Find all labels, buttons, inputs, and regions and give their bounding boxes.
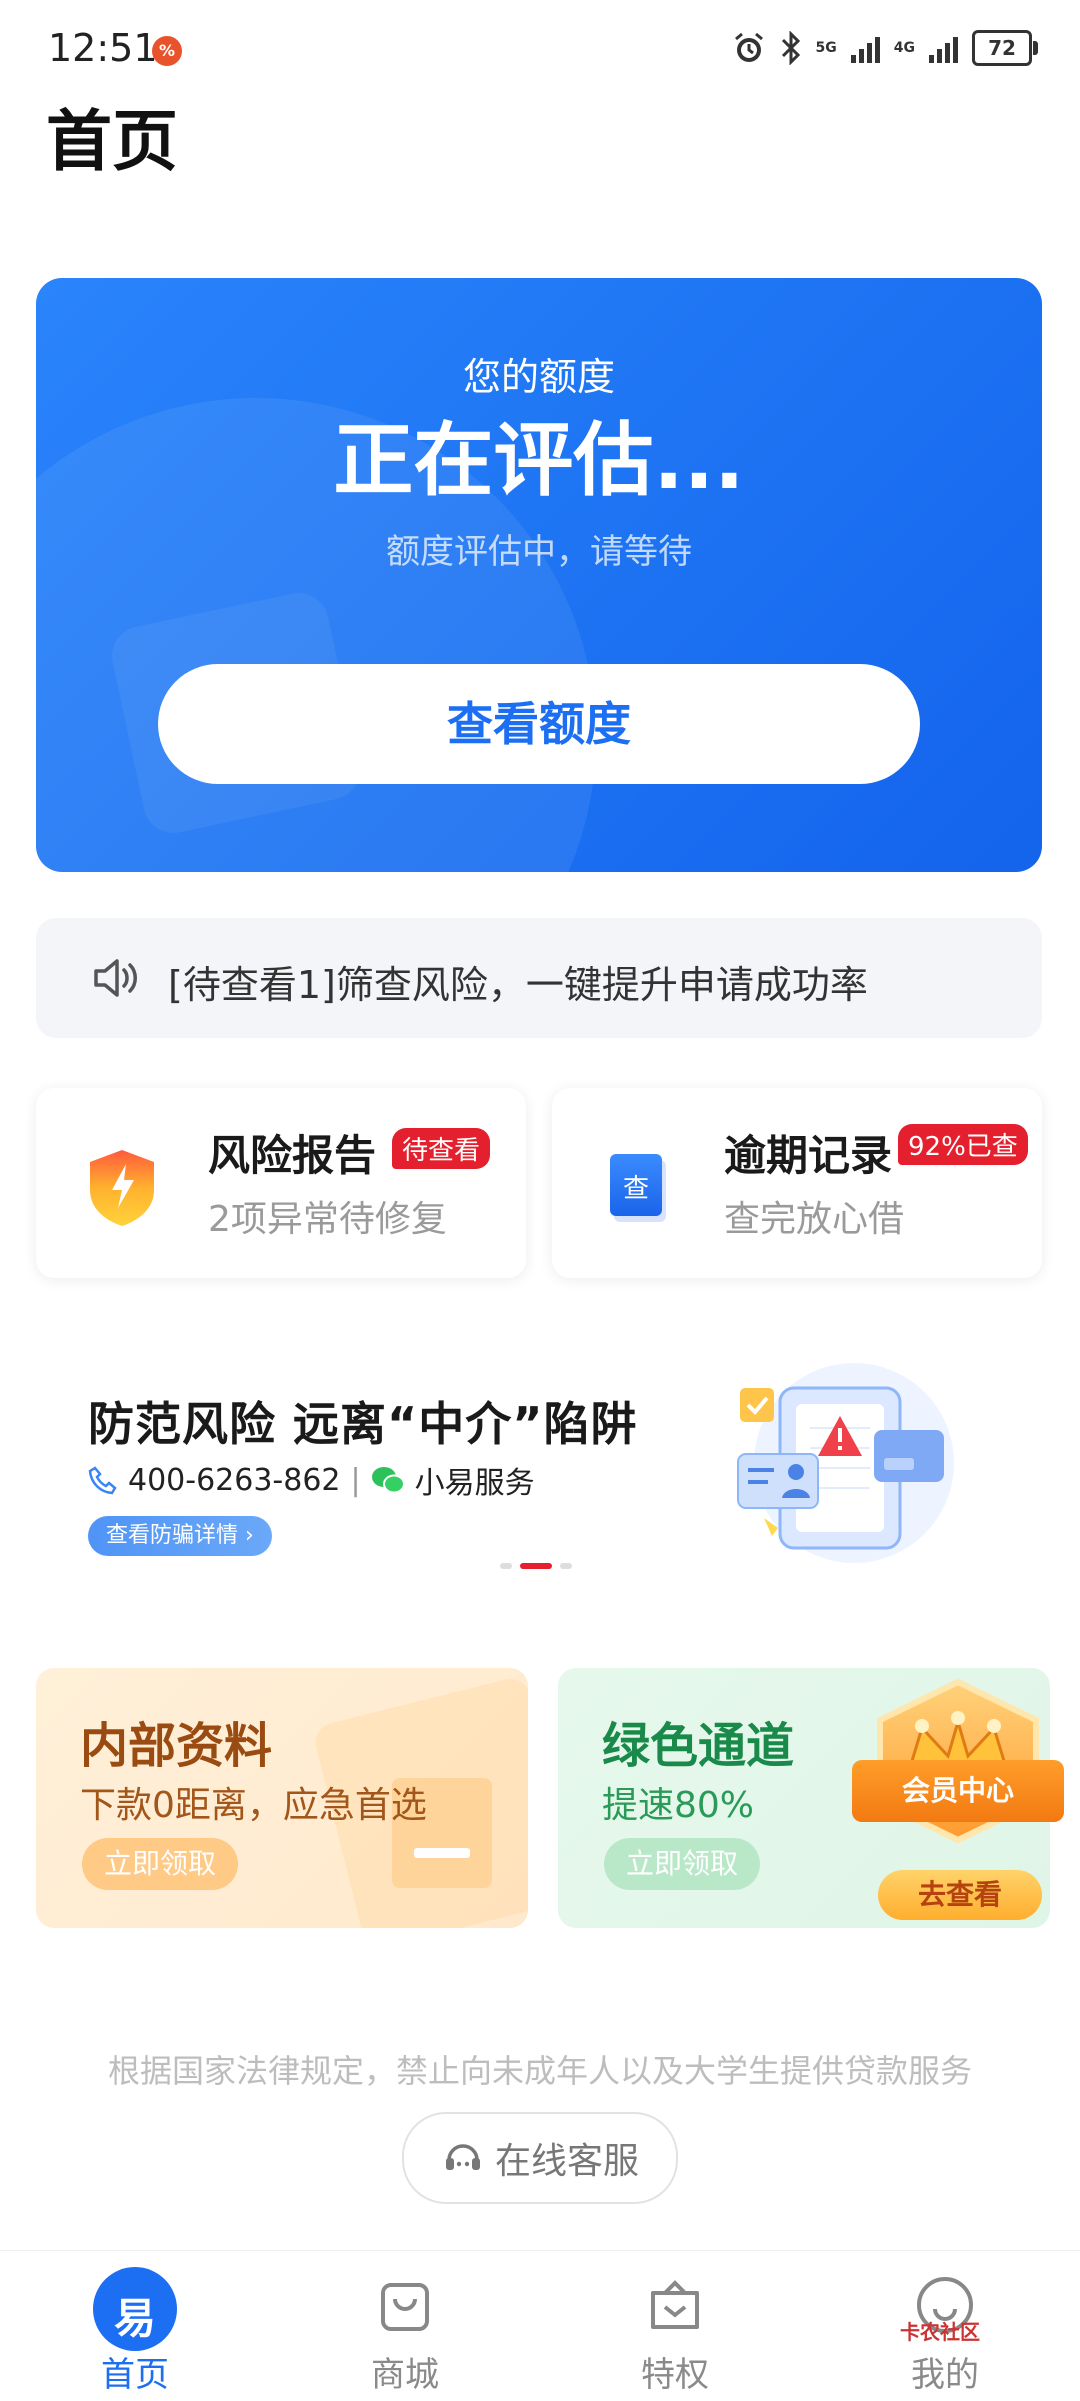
phone-warning-illustration — [737, 1363, 954, 1563]
headset-icon — [445, 2144, 480, 2170]
carousel-indicator — [500, 1563, 572, 1569]
credit-status: 正在评估... — [333, 414, 745, 507]
pending-badge: 待查看 — [392, 1128, 491, 1169]
alarm-icon — [734, 32, 763, 62]
online-service-button[interactable]: 在线客服 — [402, 2112, 678, 2204]
notification-badge-icon: % — [152, 36, 182, 66]
banner-contact: 400-6263-862 | 小易服务 — [88, 1458, 535, 1502]
tab-label: 我的 — [911, 2355, 979, 2395]
service-account[interactable]: 小易服务 — [415, 1458, 535, 1502]
icon-glyph: 易 — [113, 2294, 156, 2343]
credit-limit-label: 您的额度 — [462, 355, 615, 399]
shopping-bag-icon — [381, 2283, 429, 2331]
internal-info-subtitle: 下款0距离，应急首选 — [80, 1785, 427, 1826]
claim-now-button[interactable]: 立即领取 — [604, 1838, 761, 1890]
checked-badge: 92%已查 — [898, 1124, 1028, 1165]
green-channel-subtitle: 提速80% — [602, 1785, 755, 1826]
legal-notice: 根据国家法律规定，禁止向未成年人以及大学生提供贷款服务 — [107, 2052, 972, 2090]
hotline-number[interactable]: 400-6263-862 — [128, 1463, 341, 1498]
overdue-record-desc: 查完放心借 — [724, 1199, 905, 1240]
member-center-label: 会员中心 — [852, 1760, 1064, 1822]
risk-report-desc: 2项异常待修复 — [208, 1199, 447, 1240]
signal-bars-icon — [850, 33, 880, 63]
battery-icon: 72 — [972, 30, 1038, 66]
privilege-bag-icon — [651, 2280, 699, 2329]
internal-info-title: 内部资料 — [80, 1718, 273, 1774]
signal-label-4g: 4G — [893, 40, 915, 56]
tab-label: 首页 — [101, 2355, 169, 2395]
member-center-button[interactable]: 去查看 — [878, 1870, 1042, 1920]
tab-privilege[interactable]: 特权 — [540, 2251, 810, 2401]
shield-lightning-icon — [90, 1150, 154, 1226]
credit-limit-card: 您的额度 正在评估... 额度评估中，请等待 查看额度 — [36, 278, 1042, 872]
claim-now-button[interactable]: 立即领取 — [82, 1838, 239, 1890]
tab-mall[interactable]: 商城 — [270, 2251, 540, 2401]
view-fraud-details-button[interactable]: 查看防骗详情 › — [88, 1516, 272, 1556]
view-limit-button[interactable]: 查看额度 — [158, 664, 920, 784]
online-service-label: 在线客服 — [494, 2141, 639, 2182]
page-title: 首页 — [46, 103, 178, 180]
signal-bars-icon — [929, 33, 958, 63]
notice-text: [待查看1]筛查风险，一键提升申请成功率 — [168, 963, 868, 1007]
risk-report-card[interactable]: 风险报告 待查看 2项异常待修复 — [36, 1088, 526, 1278]
tab-label: 特权 — [641, 2355, 709, 2395]
internal-info-tile[interactable]: 内部资料 下款0距离，应急首选 立即领取 — [36, 1668, 528, 1928]
tab-label: 商城 — [371, 2355, 439, 2395]
wechat-icon — [371, 1467, 405, 1494]
green-channel-title: 绿色通道 — [602, 1718, 795, 1774]
banner-title: 防范风险 远离“中介”陷阱 — [88, 1397, 638, 1451]
bluetooth-icon — [781, 31, 800, 65]
signal-label-5g: 5G — [815, 40, 837, 56]
tab-home[interactable]: 易 首页 — [0, 2251, 270, 2401]
credit-status-note: 额度评估中，请等待 — [386, 532, 692, 572]
overdue-record-title: 逾期记录 — [724, 1131, 893, 1180]
phone-icon — [88, 1466, 117, 1495]
notice-bar[interactable]: [待查看1]筛查风险，一键提升申请成功率 — [36, 918, 1042, 1038]
status-bar: 12:51 % 5G 4G 72 — [0, 0, 1080, 90]
document-check-icon: 查 — [610, 1154, 662, 1216]
watermark-logo: 卡农社区 — [900, 2320, 980, 2344]
status-time: 12:51 — [48, 26, 158, 70]
speaker-icon — [94, 959, 137, 997]
status-icons: 5G 4G 72 — [732, 28, 1038, 68]
icon-glyph: 查 — [622, 1174, 649, 1204]
risk-report-title: 风险报告 — [208, 1131, 377, 1180]
home-logo-icon: 易 — [93, 2267, 177, 2351]
contact-separator: | — [350, 1462, 361, 1498]
overdue-record-card[interactable]: 查 逾期记录 92%已查 查完放心借 — [552, 1088, 1042, 1278]
